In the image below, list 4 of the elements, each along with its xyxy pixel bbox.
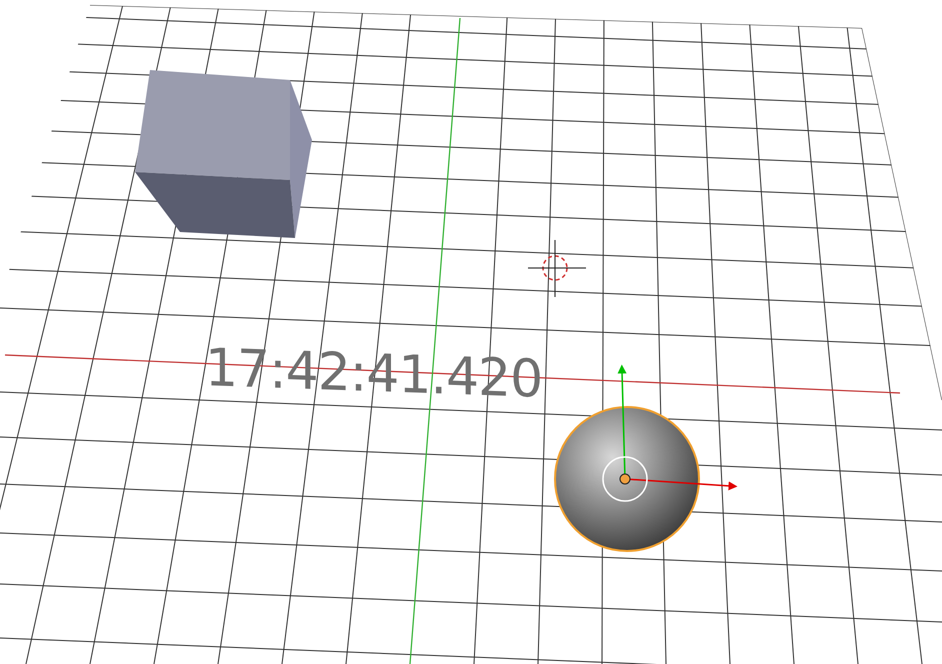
cube-drawing[interactable] [135, 70, 312, 238]
transform-gizmo-drawing[interactable] [602, 364, 738, 502]
sphere-drawing[interactable] [554, 406, 700, 552]
cursor-icon[interactable] [528, 240, 586, 298]
